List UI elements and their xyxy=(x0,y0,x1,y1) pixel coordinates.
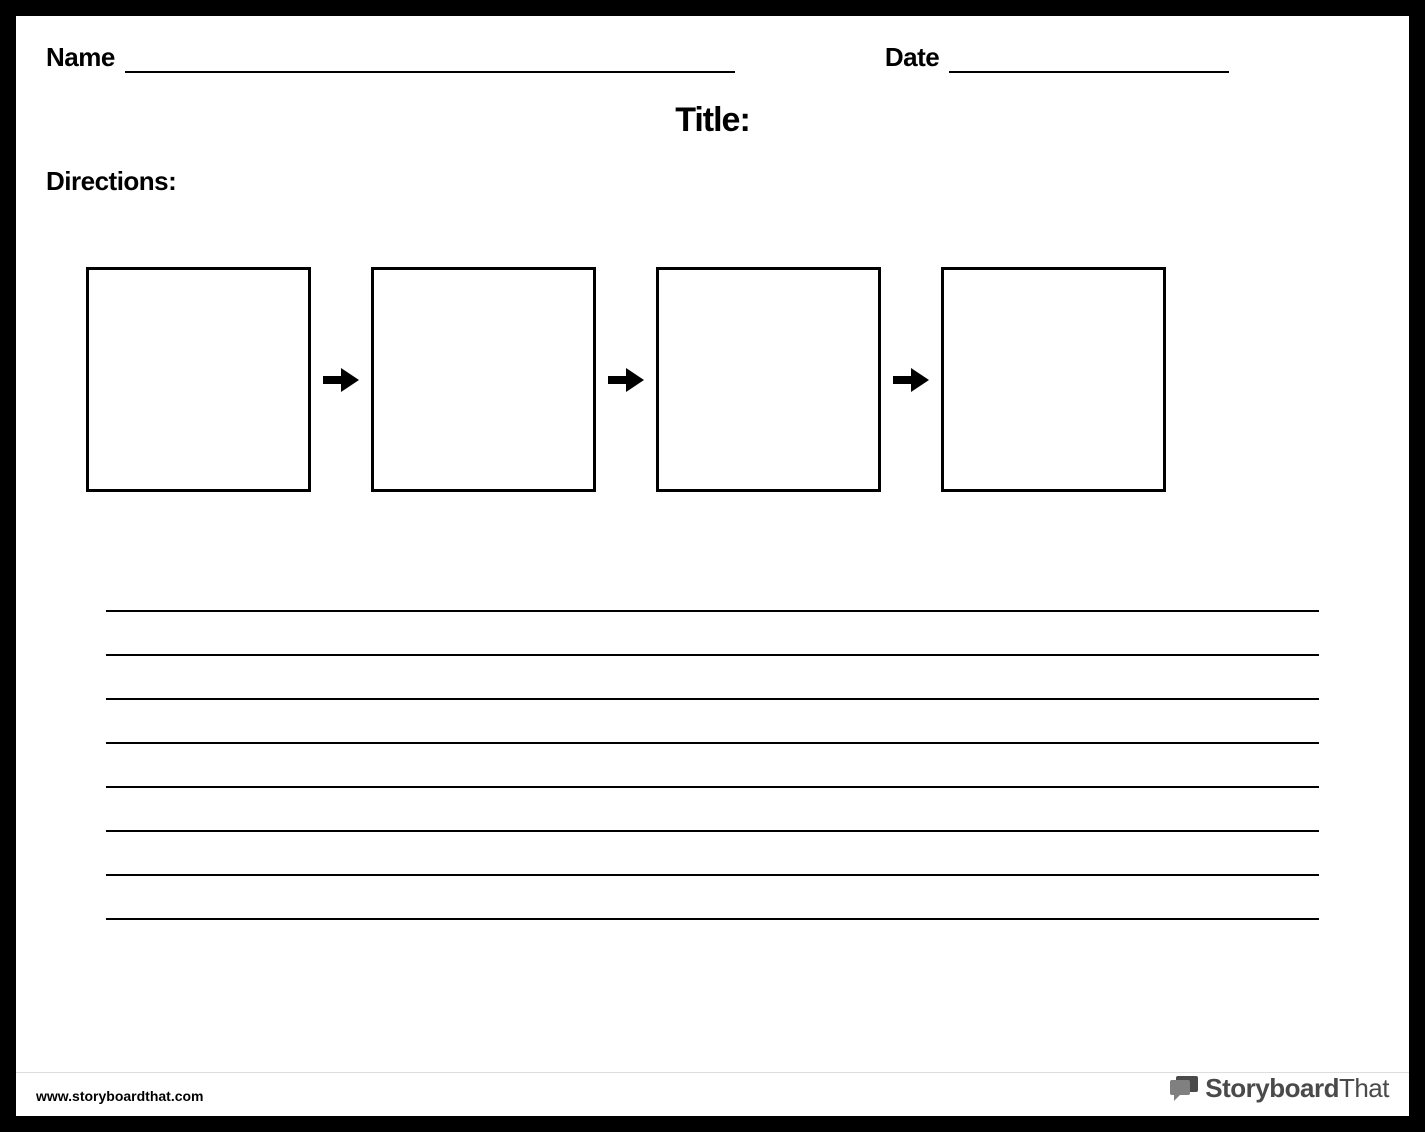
writing-line[interactable] xyxy=(106,700,1319,744)
flow-box-2[interactable] xyxy=(371,267,596,492)
speech-bubble-icon xyxy=(1169,1076,1199,1102)
brand-light: That xyxy=(1339,1073,1389,1103)
brand-logo: StoryboardThat xyxy=(1169,1073,1389,1104)
footer: www.storyboardthat.com StoryboardThat xyxy=(16,1072,1409,1110)
footer-url: www.storyboardthat.com xyxy=(36,1088,204,1104)
writing-line[interactable] xyxy=(106,568,1319,612)
name-field: Name xyxy=(46,42,735,73)
brand-bold: Storyboard xyxy=(1205,1073,1339,1103)
writing-line[interactable] xyxy=(106,744,1319,788)
writing-line[interactable] xyxy=(106,788,1319,832)
writing-lines-area xyxy=(46,568,1379,920)
title-label: Title: xyxy=(675,101,750,139)
header-row: Name Date xyxy=(46,42,1379,73)
writing-line[interactable] xyxy=(106,876,1319,920)
writing-line[interactable] xyxy=(106,832,1319,876)
name-input-line[interactable] xyxy=(125,49,735,73)
flow-sequence xyxy=(46,267,1379,492)
arrow-right-icon xyxy=(311,366,371,394)
flow-box-3[interactable] xyxy=(656,267,881,492)
arrow-right-icon xyxy=(881,366,941,394)
worksheet-page: Name Date Title: Directions: xyxy=(16,16,1409,1116)
date-input-line[interactable] xyxy=(949,49,1229,73)
brand-text: StoryboardThat xyxy=(1205,1073,1389,1104)
name-label: Name xyxy=(46,42,115,73)
date-label: Date xyxy=(885,42,939,73)
flow-box-4[interactable] xyxy=(941,267,1166,492)
flow-box-1[interactable] xyxy=(86,267,311,492)
title-row: Title: xyxy=(46,101,1379,140)
writing-line[interactable] xyxy=(106,612,1319,656)
writing-line[interactable] xyxy=(106,656,1319,700)
directions-row: Directions: xyxy=(46,166,1379,197)
directions-label: Directions: xyxy=(46,166,176,196)
date-field: Date xyxy=(885,42,1229,73)
arrow-right-icon xyxy=(596,366,656,394)
